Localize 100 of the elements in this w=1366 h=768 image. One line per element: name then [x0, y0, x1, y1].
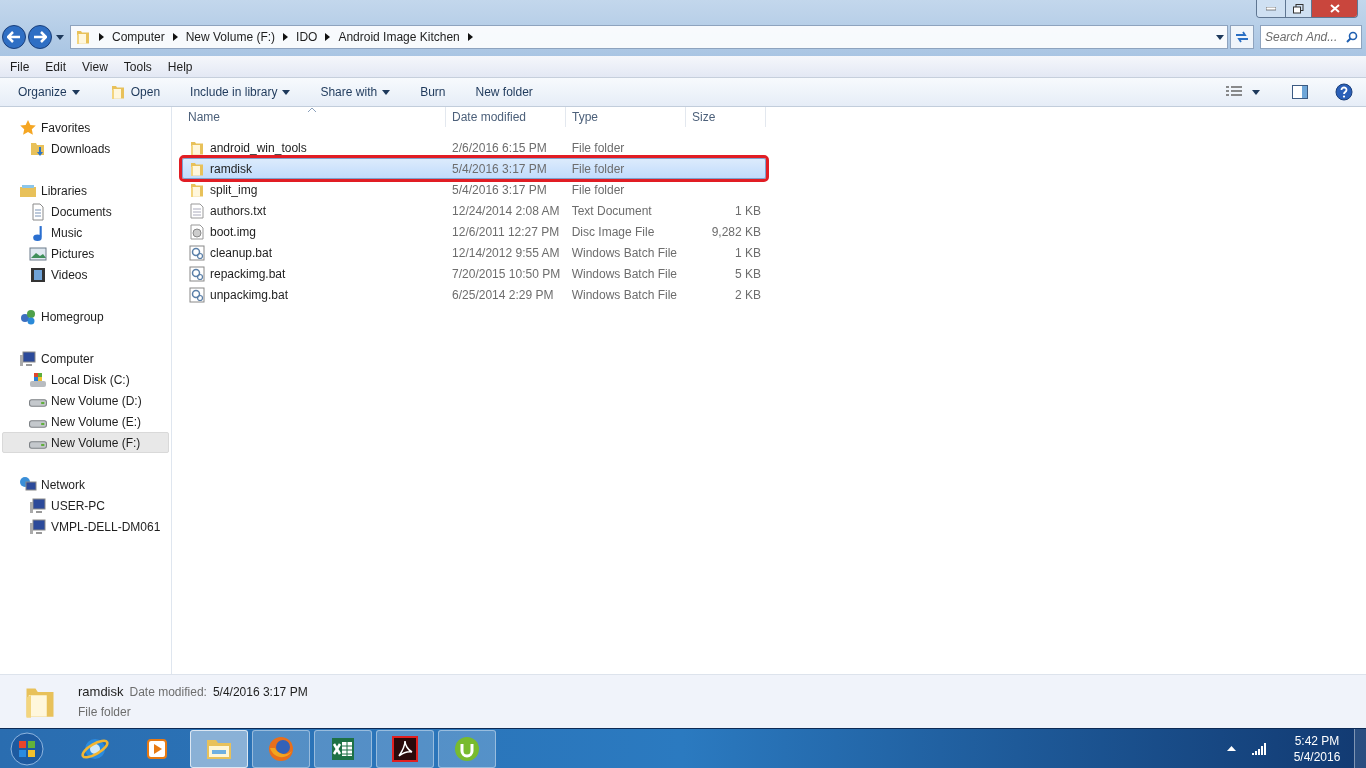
clock[interactable]: 5:42 PM 5/4/2016 — [1280, 732, 1354, 765]
date-cell-text: 2/6/2016 6:15 PM — [451, 139, 548, 157]
type-cell-text: Windows Batch File — [570, 286, 679, 304]
document-icon — [29, 202, 47, 221]
homegroup-icon — [19, 307, 37, 326]
column-header[interactable]: Size — [686, 107, 766, 127]
chevron-icon — [467, 33, 473, 41]
file-row[interactable]: repackimg.bat 7/20/2015 10:50 PM Windows Batch File 5 KB — [182, 263, 766, 284]
file-row[interactable]: ramdisk 5/4/2016 3:17 PM File folder — [182, 158, 766, 179]
column-header[interactable]: Date modified — [446, 107, 566, 127]
menu-item[interactable]: View — [74, 57, 116, 76]
close-button[interactable] — [1311, 0, 1357, 17]
search-field[interactable]: Search And... — [1260, 25, 1362, 49]
search-icon — [1346, 31, 1358, 43]
refresh-button[interactable] — [1230, 25, 1254, 49]
help-button[interactable] — [1334, 82, 1354, 102]
forward-button[interactable] — [28, 25, 52, 49]
file-row[interactable]: unpackimg.bat 6/25/2014 2:29 PM Windows Batch File 2 KB — [182, 284, 766, 305]
navigation-item[interactable]: Downloads — [2, 138, 169, 159]
minimize-icon — [1266, 6, 1276, 11]
network-icon — [19, 475, 37, 494]
navigation-item[interactable]: Music — [2, 222, 169, 243]
navigation-group[interactable]: Favorites — [0, 117, 171, 138]
breadcrumb[interactable]: IDO — [296, 28, 318, 46]
drive-icon — [29, 398, 47, 407]
navigation-group[interactable]: Computer — [0, 348, 171, 369]
file-row[interactable]: authors.txt 12/24/2014 2:08 AM Text Document 1 KB — [182, 200, 766, 221]
gear-file-icon — [189, 286, 205, 303]
navigation-item[interactable]: New Volume (F:) — [2, 432, 169, 453]
list-view-icon — [1226, 86, 1242, 98]
navigation-group[interactable]: Network — [0, 474, 171, 495]
menu-item[interactable]: Help — [159, 57, 201, 76]
file-name: cleanup.bat — [210, 244, 273, 262]
taskbar-button[interactable] — [190, 729, 248, 768]
system-drive-icon — [29, 370, 47, 389]
drive-icon — [29, 419, 47, 428]
size-cell-text: 1 KB — [735, 202, 761, 220]
caret-icon — [1252, 89, 1260, 95]
picture-icon — [29, 244, 47, 263]
navigation-group[interactable]: Libraries — [0, 180, 171, 201]
folder-icon — [189, 181, 205, 198]
navigation-item[interactable]: New Volume (D:) — [2, 390, 169, 411]
date-cell-text: 7/20/2015 10:50 PM — [451, 265, 562, 283]
help-icon — [1335, 83, 1353, 101]
navigation-item[interactable]: Documents — [2, 201, 169, 222]
file-row[interactable]: android_win_tools 2/6/2016 6:15 PM File folder — [182, 137, 766, 158]
navigation-item[interactable]: New Volume (E:) — [2, 411, 169, 432]
folder-icon — [189, 139, 205, 156]
date-cell-text: 12/14/2012 9:55 AM — [451, 244, 561, 262]
date-cell-text: 12/24/2014 2:08 AM — [451, 202, 561, 220]
caret-icon — [71, 89, 80, 95]
file-name: boot.img — [210, 223, 257, 241]
toolbar-button[interactable]: Include in library — [182, 80, 299, 104]
column-header[interactable]: Name — [182, 107, 446, 127]
right-arrow-icon — [33, 31, 47, 43]
navigation-item[interactable]: Videos — [2, 264, 169, 285]
breadcrumb[interactable]: New Volume (F:) — [185, 28, 276, 46]
file-row[interactable]: boot.img 12/6/2011 12:27 PM Disc Image File 9,282 KB — [182, 221, 766, 242]
breadcrumb[interactable]: Android Image Kitchen — [338, 28, 460, 46]
date-cell-text: 12/6/2011 12:27 PM — [451, 223, 561, 241]
taskbar-button[interactable] — [376, 729, 434, 768]
toolbar-button[interactable]: New folder — [467, 80, 541, 104]
taskbar-button[interactable] — [314, 729, 372, 768]
toolbar-button[interactable]: Organize — [10, 80, 88, 104]
navigation-group[interactable]: Homegroup — [0, 306, 171, 327]
show-desktop-button[interactable] — [1354, 728, 1366, 768]
menu-item[interactable]: Tools — [115, 57, 160, 76]
menu-item[interactable]: File — [2, 57, 38, 76]
taskbar-button[interactable] — [438, 729, 496, 768]
file-name: ramdisk — [210, 160, 252, 178]
document-reader-icon — [390, 733, 420, 764]
file-row[interactable]: cleanup.bat 12/14/2012 9:55 AM Windows Batch File 1 KB — [182, 242, 766, 263]
restore-button[interactable] — [1285, 0, 1311, 17]
chevron-icon — [99, 33, 104, 41]
file-row[interactable]: split_img 5/4/2016 3:17 PM File folder — [182, 179, 766, 200]
menu-item[interactable]: Edit — [37, 57, 75, 76]
type-cell-text: Windows Batch File — [570, 265, 679, 283]
preview-pane-button[interactable] — [1290, 82, 1310, 102]
toolbar-button[interactable]: Open — [101, 80, 169, 104]
computer-icon — [19, 349, 37, 368]
address-field[interactable]: Computer New Volume (F:) IDO Android Image Kitchen — [70, 25, 1228, 49]
details-type: File folder — [78, 704, 132, 722]
navigation-item[interactable]: USER-PC — [2, 495, 169, 516]
type-cell-text: Text Document — [570, 202, 653, 220]
navigation-item[interactable]: Pictures — [2, 243, 169, 264]
column-header[interactable]: Type — [566, 107, 686, 127]
folder-icon — [189, 160, 205, 177]
navigation-item[interactable]: Local Disk (C:) — [2, 369, 169, 390]
star-icon — [19, 118, 37, 137]
toolbar-button[interactable]: Share with — [312, 80, 399, 104]
navigation-item[interactable]: VMPL-DELL-DM061 — [2, 516, 169, 537]
type-cell-text: File folder — [570, 181, 626, 199]
breadcrumb[interactable]: Computer — [112, 28, 165, 46]
size-cell-text: 1 KB — [735, 244, 761, 262]
drive-icon — [29, 440, 47, 449]
file-name: android_win_tools — [210, 139, 307, 157]
date-cell-text: 5/4/2016 3:17 PM — [451, 181, 548, 199]
toolbar-button[interactable]: Burn — [412, 80, 454, 104]
back-button[interactable] — [2, 25, 26, 49]
size-cell-text: 2 KB — [735, 286, 761, 304]
